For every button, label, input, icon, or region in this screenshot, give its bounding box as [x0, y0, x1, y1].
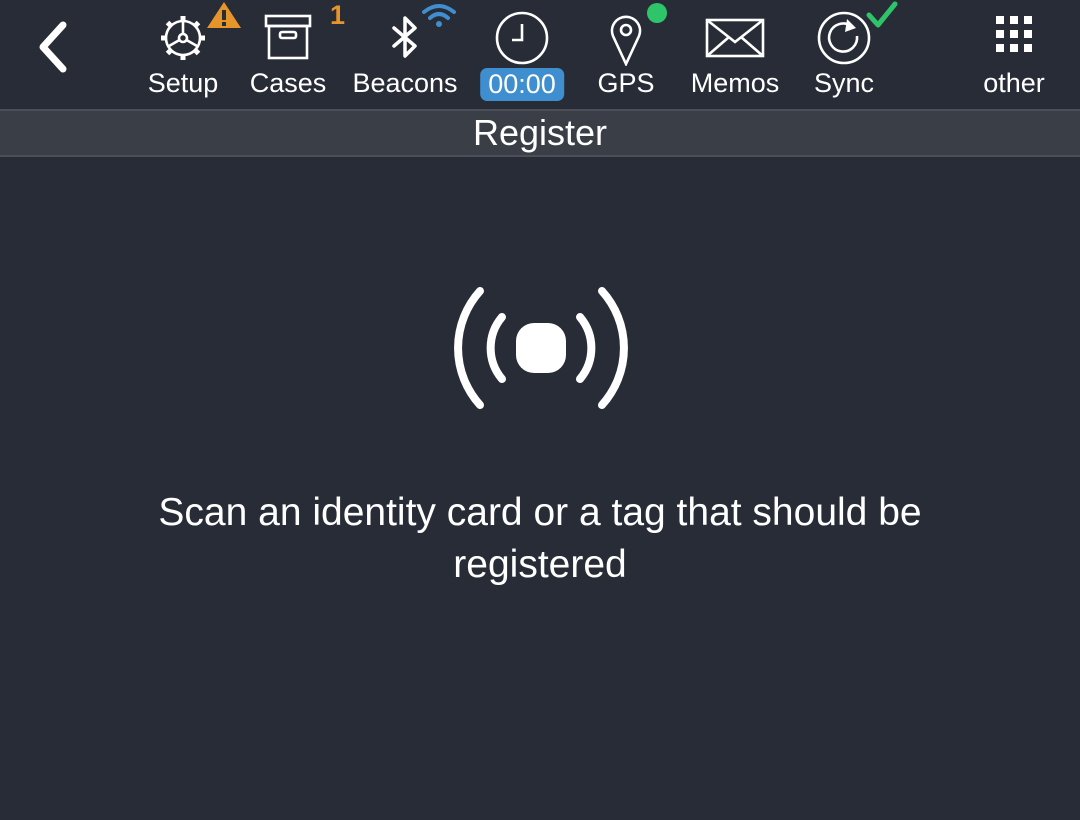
- scan-instruction-text: Scan an identity card or a tag that shou…: [158, 491, 922, 586]
- clock-icon: [495, 11, 549, 65]
- toolbar-cases-label: Cases: [249, 68, 327, 98]
- scan-panel: Scan an identity card or a tag that shou…: [0, 157, 1080, 820]
- toolbar-sync-button[interactable]: Sync: [806, 0, 898, 105]
- toolbar-memos-label: Memos: [690, 68, 780, 98]
- back-button[interactable]: [22, 16, 84, 78]
- toolbar-setup-button[interactable]: Setup: [143, 0, 241, 105]
- map-pin-icon: [610, 15, 642, 66]
- page-title: Register: [472, 112, 608, 153]
- toolbar-gps-label: GPS: [597, 68, 655, 98]
- toolbar-other-label: other: [983, 68, 1045, 98]
- archive-box-icon: [264, 14, 312, 60]
- toolbar-beacons-label: Beacons: [352, 68, 458, 98]
- toolbar-gps-button[interactable]: GPS: [590, 0, 667, 105]
- checkmark-icon: [866, 1, 898, 28]
- toolbar-sync-label: Sync: [813, 68, 875, 98]
- gear-icon: [161, 16, 205, 60]
- toolbar-clock-button[interactable]: 00:00: [477, 0, 567, 105]
- toolbar-setup-label: Setup: [147, 68, 219, 98]
- grid-dots-icon: [996, 16, 1032, 52]
- toolbar-cases-button[interactable]: 1 Cases: [248, 0, 345, 105]
- toolbar-memos-button[interactable]: Memos: [686, 0, 784, 105]
- envelope-icon: [705, 18, 765, 58]
- wifi-icon: [422, 4, 456, 27]
- toolbar-beacons-button[interactable]: Beacons: [350, 0, 460, 105]
- top-toolbar: Setup 1 Cases Beacons 00:00 GPS Memos Sy…: [0, 0, 1080, 109]
- clock-time-display: 00:00: [480, 68, 564, 101]
- page-title-bar: Register: [0, 109, 1080, 157]
- cases-count-badge: 1: [330, 0, 346, 30]
- sync-icon: [817, 11, 871, 65]
- chevron-left-icon: [39, 21, 67, 73]
- toolbar-other-button[interactable]: other: [978, 0, 1050, 105]
- warning-triangle-icon: [207, 2, 241, 28]
- nfc-signal-icon: [454, 287, 628, 409]
- gps-status-dot-icon: [647, 3, 667, 23]
